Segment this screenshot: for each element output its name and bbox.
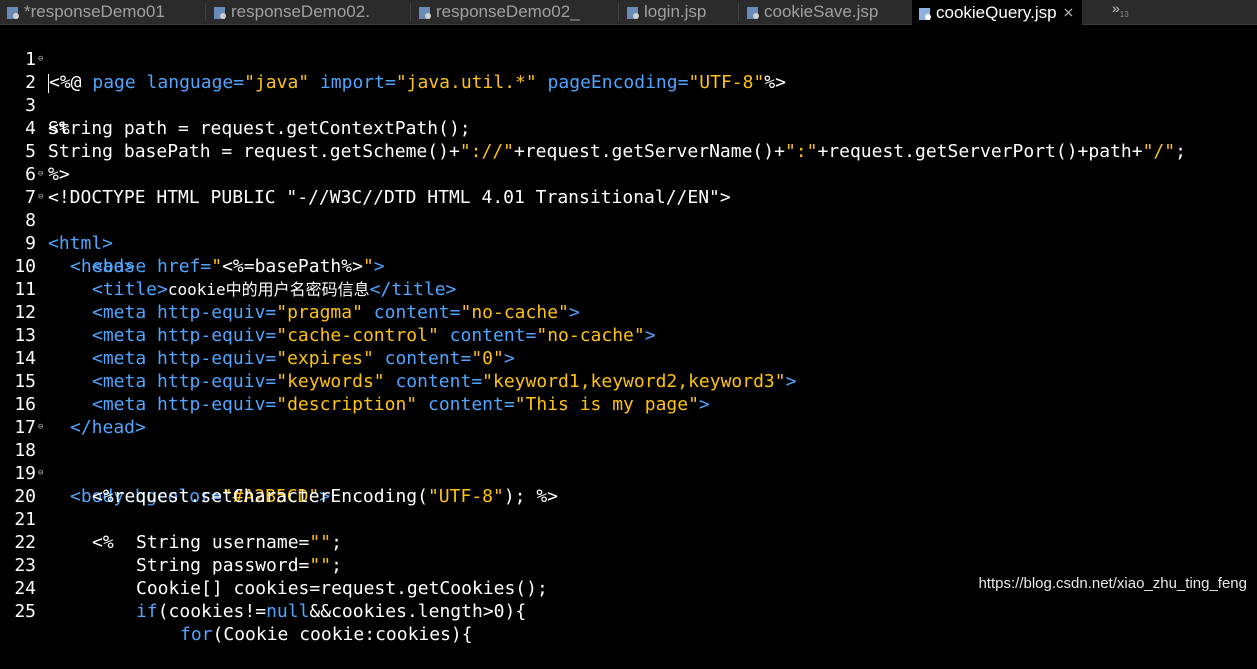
code-editor[interactable]: 1 <%@ page language="java" import="java.… — [0, 25, 1257, 645]
overflow-count: 13 — [1119, 9, 1129, 19]
tab-login-jsp[interactable]: login.jsp — [626, 0, 706, 24]
code-line: 15 <meta http-equiv="description" conten… — [0, 347, 1257, 415]
jsp-file-icon — [6, 5, 20, 19]
tab-label: cookieSave.jsp — [764, 2, 879, 21]
code-line: 16 </head> — [0, 370, 1257, 438]
code-text: for(Cookie cookie:cookies){ — [180, 624, 473, 645]
tab-label: cookieQuery.jsp — [936, 2, 1057, 22]
editor-tab-bar: *responseDemo01 responseDemo02. response… — [0, 0, 1257, 25]
tab-separator — [618, 3, 619, 21]
line-number: 25 — [14, 601, 36, 622]
fold-icon[interactable]: ⊖ — [38, 48, 46, 71]
fold-icon[interactable]: ⊖ — [38, 416, 46, 439]
close-icon[interactable]: ⨯ — [1063, 4, 1075, 21]
code-line: 7 ⊖ <html> — [0, 163, 1257, 254]
tab-responseDemo02-dot[interactable]: responseDemo02. — [213, 0, 370, 24]
code-line: 18 ⊖ <body bgcolor="#A2B5CD"> — [0, 416, 1257, 507]
jsp-file-icon — [746, 5, 760, 19]
code-line: 21 String username=""; — [0, 485, 1257, 553]
code-line: 5 %> — [0, 117, 1257, 185]
code-line: 11 <meta http-equiv="pragma" content="no… — [0, 255, 1257, 323]
tab-label: responseDemo02_ — [436, 2, 580, 21]
code-line: 6 <!DOCTYPE HTML PUBLIC "-//W3C//DTD HTM… — [0, 140, 1257, 208]
tab-cookieSave-jsp[interactable]: cookieSave.jsp — [746, 0, 878, 24]
code-line: 3 String path = request.getContextPath()… — [0, 71, 1257, 139]
fold-icon[interactable]: ⊖ — [38, 163, 46, 186]
code-line: 22 String password=""; — [0, 508, 1257, 576]
jsp-file-icon — [213, 5, 227, 19]
fold-icon[interactable]: ⊖ — [38, 462, 46, 485]
tab-separator — [738, 3, 739, 21]
code-line: 23 Cookie[] cookies=request.getCookies()… — [0, 531, 1257, 599]
tab-responseDemo01[interactable]: *responseDemo01 — [6, 0, 165, 24]
code-line: 2 ⊖ <% — [0, 48, 1257, 139]
code-line: 1 <%@ page language="java" import="java.… — [0, 25, 1257, 93]
code-line: 13 <meta http-equiv="expires" content="0… — [0, 301, 1257, 369]
code-line: 9 <base href="<%=basePath%>"> — [0, 209, 1257, 277]
code-text: if(cookies!=null&&cookies.length>0){ — [136, 601, 527, 622]
tab-overflow-button[interactable]: »13 — [1112, 0, 1129, 19]
code-line: 24 if(cookies!=null&&cookies.length>0){ — [0, 554, 1257, 622]
code-line: 19 <%request.setCharacterEncoding("UTF-8… — [0, 439, 1257, 507]
jsp-file-icon — [918, 6, 932, 20]
code-line: 8 ⊖ <head> — [0, 186, 1257, 277]
jsp-file-icon — [626, 5, 640, 19]
tab-label: responseDemo02. — [231, 2, 370, 21]
code-line: 10 <title>cookie中的用户名密码信息</title> — [0, 232, 1257, 300]
tab-responseDemo02-underscore[interactable]: responseDemo02_ — [418, 0, 580, 24]
jsp-file-icon — [418, 5, 432, 19]
code-line: 4 String basePath = request.getScheme()+… — [0, 94, 1257, 162]
tab-separator — [205, 3, 206, 21]
code-line: 14 <meta http-equiv="keywords" content="… — [0, 324, 1257, 392]
overflow-chevron-icon: » — [1112, 0, 1120, 16]
tab-label: *responseDemo01 — [24, 2, 165, 21]
fold-icon[interactable]: ⊖ — [38, 186, 46, 209]
tab-cookieQuery-jsp[interactable]: cookieQuery.jsp ⨯ — [912, 0, 1083, 25]
tab-separator — [410, 3, 411, 21]
code-line: 12 <meta http-equiv="cache-control" cont… — [0, 278, 1257, 346]
tab-label: login.jsp — [644, 2, 707, 21]
code-line: 20 ⊖ <% — [0, 462, 1257, 553]
watermark: https://blog.csdn.net/xiao_zhu_ting_feng — [978, 575, 1247, 592]
code-line: 17 — [0, 393, 1257, 438]
